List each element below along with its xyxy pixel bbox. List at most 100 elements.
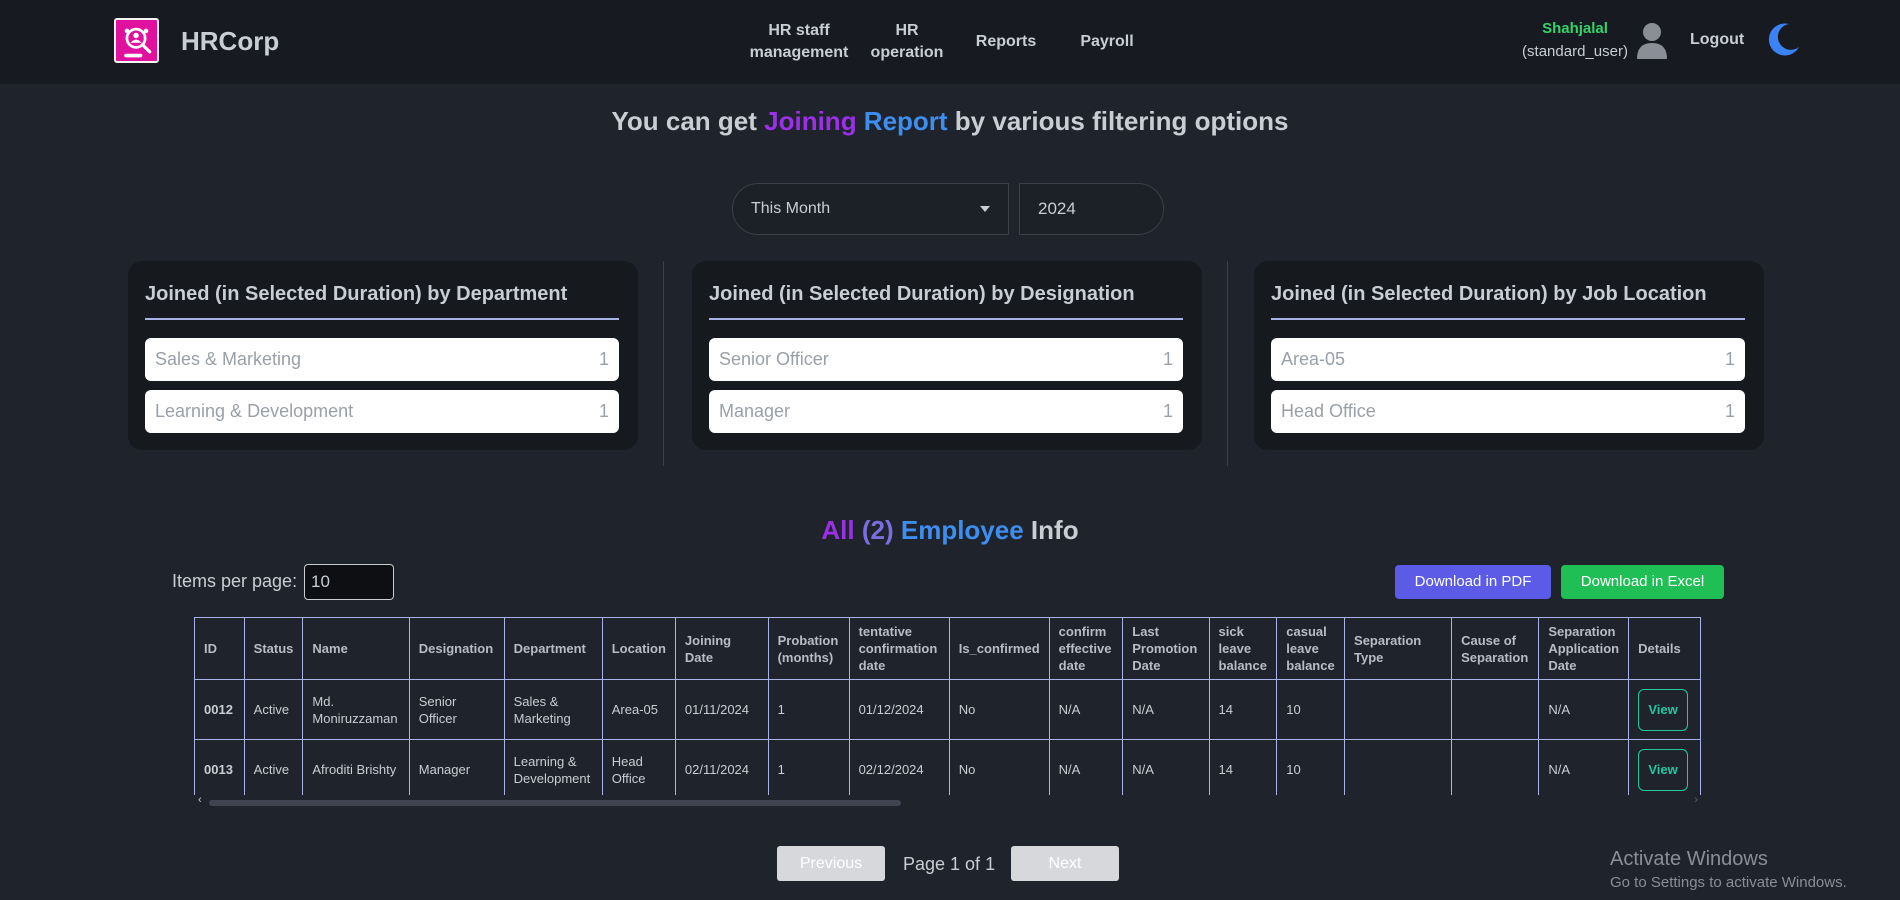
column-header: Designation <box>408 617 505 680</box>
dark-mode-moon-icon[interactable] <box>1762 20 1802 60</box>
user-avatar-icon[interactable] <box>1636 21 1668 59</box>
column-header: Joining Date <box>674 617 769 680</box>
cell-probation: 1 <box>767 679 850 740</box>
year-input[interactable]: 2024 <box>1019 183 1164 235</box>
card-title: Joined (in Selected Duration) by Job Loc… <box>1271 283 1707 305</box>
view-button[interactable]: View <box>1638 748 1689 791</box>
duration-select-value: This Month <box>751 200 831 217</box>
cell-cause <box>1451 679 1540 740</box>
scrollbar-thumb[interactable] <box>209 800 901 806</box>
caret-down-icon <box>980 206 990 212</box>
column-header: Department <box>503 617 603 680</box>
nav-item-line: management <box>749 44 849 61</box>
nav-hr-staff-management[interactable]: HR staff management <box>748 20 850 64</box>
cell-status: Active <box>243 679 304 740</box>
cell-separation-app-date: N/A <box>1538 679 1630 740</box>
employee-info-heading: All (2) Employee Info <box>0 515 1900 546</box>
card-row: Area-05 1 <box>1271 338 1745 381</box>
cell-sick-leave: 14 <box>1208 739 1278 795</box>
nav-item-line: HR <box>895 22 919 39</box>
next-page-button[interactable]: Next <box>1011 846 1119 881</box>
brand-name[interactable]: HRCorp <box>181 26 279 57</box>
cell-designation: Manager <box>408 739 505 795</box>
table-row: 0013 Active Afroditi Brishty Manager Lea… <box>194 739 1701 795</box>
brand-logo[interactable] <box>114 18 159 63</box>
logout-button[interactable]: Logout <box>1690 31 1744 49</box>
title-suffix: by various filtering options <box>947 106 1289 136</box>
cell-id: 0013 <box>194 739 245 795</box>
card-separator <box>1227 261 1228 466</box>
department-card: Joined (in Selected Duration) by Departm… <box>128 261 638 450</box>
page-indicator: Page 1 of 1 <box>903 854 996 874</box>
cell-separation-type <box>1344 679 1453 740</box>
activate-windows-title: Activate Windows <box>1610 848 1768 870</box>
column-header: Status <box>243 617 304 680</box>
column-header: Cause of Separation <box>1451 617 1540 680</box>
cell-designation: Senior Officer <box>408 679 505 740</box>
card-row-count: 1 <box>598 349 609 369</box>
column-header: Details <box>1628 617 1701 680</box>
card-row-count: 1 <box>1724 401 1735 421</box>
page-title: You can get Joining Report by various fi… <box>0 106 1900 137</box>
nav-reports[interactable]: Reports <box>968 31 1044 53</box>
cell-casual-leave: 10 <box>1276 739 1346 795</box>
cell-last-promotion: N/A <box>1122 679 1210 740</box>
card-row: Learning & Development 1 <box>145 390 619 433</box>
cell-separation-app-date: N/A <box>1538 739 1630 795</box>
card-row-count: 1 <box>1162 349 1173 369</box>
title-highlight-joining: Joining <box>764 106 857 136</box>
heading-count: (2) <box>854 515 894 545</box>
cell-sick-leave: 14 <box>1208 679 1278 740</box>
designation-card: Joined (in Selected Duration) by Designa… <box>692 261 1202 450</box>
column-header: casual leave balance <box>1276 617 1346 680</box>
card-separator <box>663 261 664 466</box>
heading-info: Info <box>1023 515 1079 545</box>
card-row-label: Manager <box>719 401 791 421</box>
card-title: Joined (in Selected Duration) by Departm… <box>145 283 568 305</box>
duration-select[interactable]: This Month <box>732 183 1009 235</box>
cell-details: View <box>1628 679 1701 740</box>
cell-location: Head Office <box>601 739 676 795</box>
title-prefix: You can get <box>611 106 765 136</box>
table-row: 0012 Active Md. Moniruzzaman Senior Offi… <box>194 679 1701 740</box>
table-horizontal-scrollbar[interactable]: ‹ › <box>196 794 1698 807</box>
column-header: confirm effective date <box>1048 617 1124 680</box>
column-header: ID <box>194 617 245 680</box>
column-header: Location <box>601 617 676 680</box>
card-row: Manager 1 <box>709 390 1183 433</box>
card-divider <box>709 318 1183 320</box>
card-row-count: 1 <box>1162 401 1173 421</box>
card-row-label: Sales & Marketing <box>155 349 302 369</box>
cell-location: Area-05 <box>601 679 676 740</box>
card-row-count: 1 <box>598 401 609 421</box>
nav-payroll[interactable]: Payroll <box>1072 31 1142 53</box>
column-header: Separation Type <box>1344 617 1453 680</box>
card-row: Senior Officer 1 <box>709 338 1183 381</box>
cell-name: Afroditi Brishty <box>302 739 410 795</box>
activate-windows-subtitle: Go to Settings to activate Windows. <box>1610 874 1847 891</box>
items-per-page-label: Items per page: <box>172 571 298 591</box>
cell-separation-type <box>1344 739 1453 795</box>
nav-item-line: HR staff <box>768 22 830 39</box>
user-name: Shahjalal <box>1542 20 1608 37</box>
cell-id: 0012 <box>194 679 245 740</box>
download-pdf-button[interactable]: Download in PDF <box>1395 565 1551 599</box>
download-excel-button[interactable]: Download in Excel <box>1561 565 1724 599</box>
employee-table-container[interactable]: ID Status Name Designation Department Lo… <box>194 617 1701 795</box>
scroll-left-icon[interactable]: ‹ <box>198 794 202 806</box>
cell-is-confirmed: No <box>948 679 1050 740</box>
items-per-page-input[interactable]: 10 <box>304 564 394 600</box>
cell-confirm-effective: N/A <box>1048 679 1124 740</box>
cell-department: Learning & Development <box>503 739 603 795</box>
card-row-label: Head Office <box>1281 401 1376 421</box>
view-button[interactable]: View <box>1638 688 1689 731</box>
cell-probation: 1 <box>767 739 850 795</box>
card-row-count: 1 <box>1724 349 1735 369</box>
scroll-right-icon[interactable]: › <box>1694 794 1698 806</box>
title-highlight-report: Report <box>856 106 948 136</box>
column-header: Probation (months) <box>767 617 850 680</box>
card-divider <box>145 318 619 320</box>
nav-hr-operation[interactable]: HR operation <box>864 20 950 64</box>
previous-page-button[interactable]: Previous <box>777 846 885 881</box>
cell-last-promotion: N/A <box>1122 739 1210 795</box>
